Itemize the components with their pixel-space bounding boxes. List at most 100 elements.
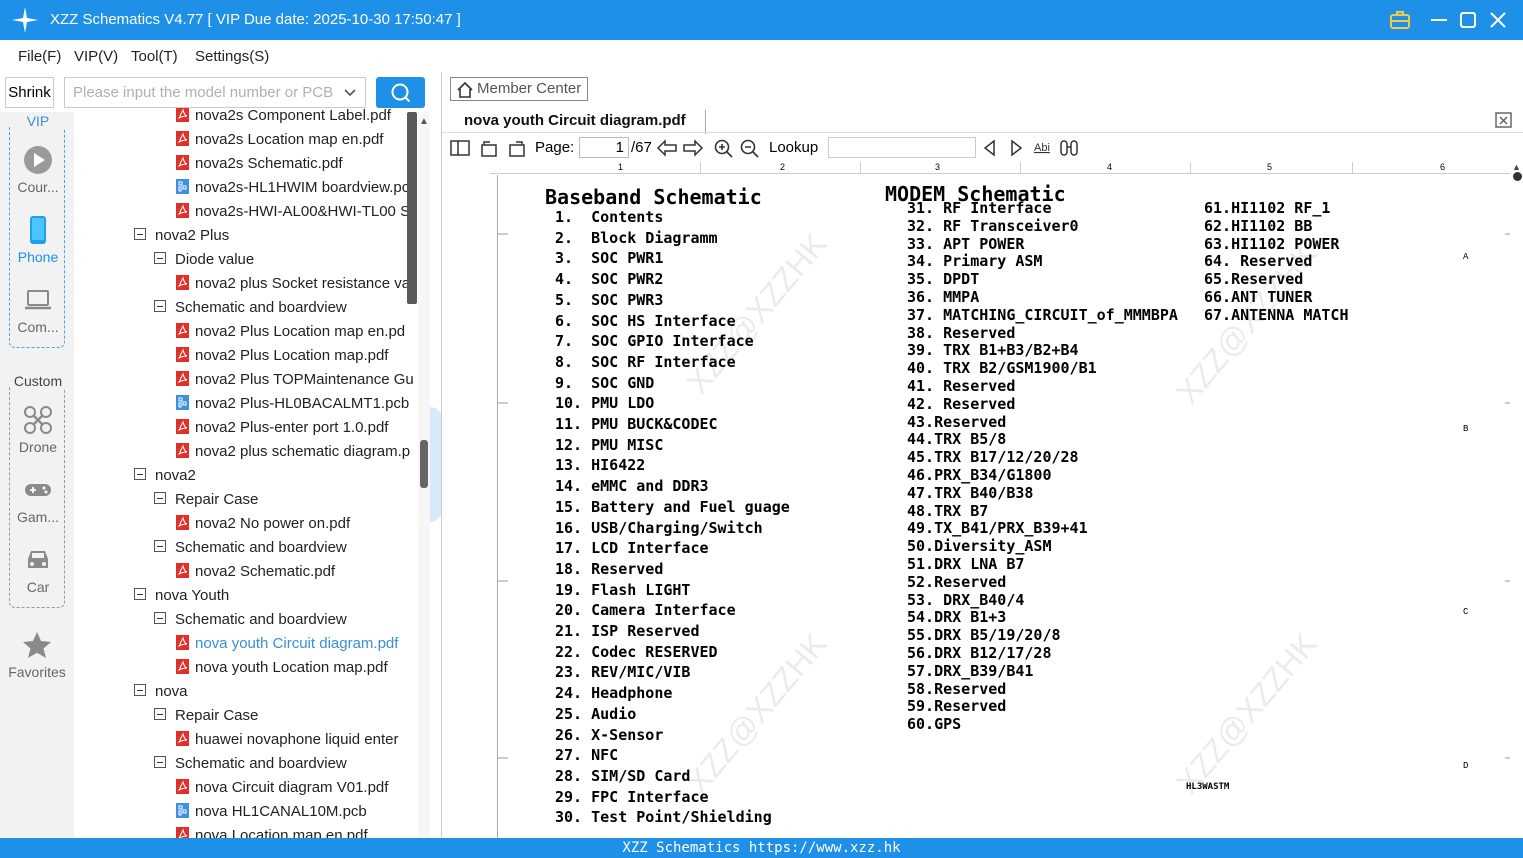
tree-file[interactable]: nova2s Component Label.pdf: [176, 108, 391, 129]
sidebar-item-game[interactable]: Gam...: [10, 475, 66, 525]
tree-file[interactable]: nova2 Schematic.pdf: [176, 561, 335, 585]
tree-file[interactable]: nova2 Plus TOPMaintenance Gu: [176, 369, 414, 393]
lookup-input[interactable]: [828, 137, 976, 158]
collapse-toggle-icon[interactable]: [154, 612, 166, 625]
collapse-toggle-icon[interactable]: [134, 228, 146, 241]
sidebar-toggle-icon[interactable]: [450, 139, 470, 157]
pdf-file-icon: [176, 658, 189, 674]
menu-file[interactable]: File(F): [18, 48, 61, 65]
index-entry: 36. MMPA: [907, 287, 980, 306]
tree-folder[interactable]: Diode value: [154, 249, 254, 273]
collapse-toggle-icon[interactable]: [154, 708, 166, 721]
tree-folder[interactable]: Schematic and boardview: [154, 297, 347, 321]
tree-file[interactable]: nova2 Plus-enter port 1.0.pdf: [176, 417, 388, 441]
rotate-right-icon[interactable]: [507, 139, 527, 157]
tree-file[interactable]: nova Location map en.pdf: [176, 825, 368, 838]
scroll-up-icon[interactable]: ▲: [419, 116, 429, 127]
home-icon: [457, 81, 473, 98]
viewer-scrollbar[interactable]: ▲: [1510, 162, 1523, 838]
pdf-file-icon: [176, 730, 189, 746]
tree-file[interactable]: nova2 Plus Location map.pdf: [176, 345, 388, 369]
tree-folder[interactable]: nova: [134, 681, 188, 705]
tree-file[interactable]: nova2 Plus Location map en.pd: [176, 321, 405, 345]
tree-folder[interactable]: Schematic and boardview: [154, 537, 347, 561]
collapse-toggle-icon[interactable]: [134, 588, 146, 601]
index-entry: 55.DRX B5/19/20/8: [907, 626, 1061, 645]
collapse-toggle-icon[interactable]: [154, 540, 166, 553]
find-next-icon[interactable]: [1008, 139, 1024, 157]
tree-file[interactable]: nova2 No power on.pdf: [176, 513, 350, 537]
member-center-button[interactable]: Member Center: [450, 77, 588, 101]
tree-folder[interactable]: Schematic and boardview: [154, 753, 347, 777]
scroll-up-icon[interactable]: ▲: [1512, 162, 1521, 172]
maximize-icon[interactable]: [1456, 8, 1480, 32]
tree-file[interactable]: nova2 plus schematic diagram.p: [176, 441, 410, 465]
tree-file[interactable]: nova2s Schematic.pdf: [176, 153, 343, 177]
rotate-left-icon[interactable]: [479, 139, 499, 157]
collapse-toggle-icon[interactable]: [154, 300, 166, 313]
search-input[interactable]: [73, 84, 333, 101]
match-case-icon[interactable]: Abi: [1033, 139, 1055, 157]
tree-file[interactable]: nova2s-HL1HWIM boardview.pc: [176, 177, 409, 201]
tree-file[interactable]: nova HL1CANAL10M.pcb: [176, 801, 367, 825]
tree-folder[interactable]: nova Youth: [134, 585, 229, 609]
sidebar-item-car[interactable]: Car: [10, 545, 66, 595]
close-tab-icon[interactable]: [1494, 110, 1514, 130]
prev-page-icon[interactable]: [656, 139, 678, 157]
pdf-file-icon: [176, 154, 189, 170]
zoom-out-icon[interactable]: [740, 139, 760, 159]
index-entry: 46.PRX_B34/G1800: [907, 465, 1052, 484]
viewer-scroll-thumb[interactable]: [1513, 172, 1522, 181]
tree-item-label: nova2 Plus TOPMaintenance Gu: [195, 371, 414, 388]
tree-item-label: nova2s Location map en.pdf: [195, 131, 384, 148]
collapse-toggle-icon[interactable]: [154, 756, 166, 769]
tree-file[interactable]: nova2s-HWI-AL00&HWI-TL00 S: [176, 201, 410, 225]
chevron-down-icon[interactable]: [343, 86, 357, 100]
tree-file[interactable]: nova2s Location map en.pdf: [176, 129, 383, 153]
sidebar-item-phone[interactable]: Phone: [10, 215, 66, 265]
find-prev-icon[interactable]: [982, 139, 998, 157]
window-title: XZZ Schematics V4.77 [ VIP Due date: 202…: [50, 11, 461, 28]
minimize-icon[interactable]: [1427, 8, 1451, 32]
tree-scrollbar-thumb[interactable]: [407, 112, 417, 304]
sidebar-item-favorites[interactable]: Favorites: [8, 630, 66, 680]
collapse-toggle-icon[interactable]: [134, 468, 146, 481]
tree-folder[interactable]: Schematic and boardview: [154, 609, 347, 633]
next-page-icon[interactable]: [682, 139, 704, 157]
tree-item-label: nova2 Plus-enter port 1.0.pdf: [195, 419, 389, 436]
index-entry: 67.ANTENNA MATCH: [1204, 305, 1349, 324]
favorites-label: Favorites: [8, 664, 66, 680]
menu-tool[interactable]: Tool(T): [131, 48, 178, 65]
sidebar-item-course[interactable]: Cour...: [10, 145, 66, 195]
briefcase-icon[interactable]: [1388, 8, 1412, 32]
collapse-toggle-icon[interactable]: [154, 252, 166, 265]
menu-settings[interactable]: Settings(S): [195, 48, 269, 65]
tree-folder[interactable]: Repair Case: [154, 705, 258, 729]
search-button[interactable]: [376, 77, 425, 108]
menu-vip[interactable]: VIP(V): [74, 48, 118, 65]
tab-divider: [442, 132, 1523, 133]
panel-scroll-thumb[interactable]: [420, 440, 428, 488]
tree-file[interactable]: nova youth Circuit diagram.pdf: [176, 633, 398, 657]
shrink-button[interactable]: Shrink: [5, 77, 54, 108]
ruler-label: 3: [935, 162, 941, 172]
tree-file[interactable]: nova youth Location map.pdf: [176, 657, 388, 681]
zoom-in-icon[interactable]: [714, 139, 734, 159]
binoculars-icon[interactable]: [1059, 139, 1079, 157]
collapse-toggle-icon[interactable]: [154, 492, 166, 505]
index-entry: 4. SOC PWR2: [555, 270, 664, 289]
sidebar-item-drone[interactable]: Drone: [10, 405, 66, 455]
sidebar-item-computer[interactable]: Com...: [10, 285, 66, 335]
tree-file[interactable]: huawei novaphone liquid enter: [176, 729, 399, 753]
tree-folder[interactable]: nova2: [134, 465, 196, 489]
tree-folder[interactable]: Repair Case: [154, 489, 258, 513]
pdf-page[interactable]: A B C D A B C D XZZ@XZZHK XZZ@XZZHK XZZ@…: [497, 175, 1514, 838]
tree-file[interactable]: nova2 Plus-HL0BACALMT1.pcb: [176, 393, 409, 417]
tree-item-label: huawei novaphone liquid enter: [195, 731, 399, 748]
tree-folder[interactable]: nova2 Plus: [134, 225, 229, 249]
tree-file[interactable]: nova2 plus Socket resistance va: [176, 273, 410, 297]
close-window-icon[interactable]: [1486, 8, 1510, 32]
collapse-toggle-icon[interactable]: [134, 684, 146, 697]
page-number-input[interactable]: 1: [579, 137, 629, 158]
tree-file[interactable]: nova Circuit diagram V01.pdf: [176, 777, 388, 801]
